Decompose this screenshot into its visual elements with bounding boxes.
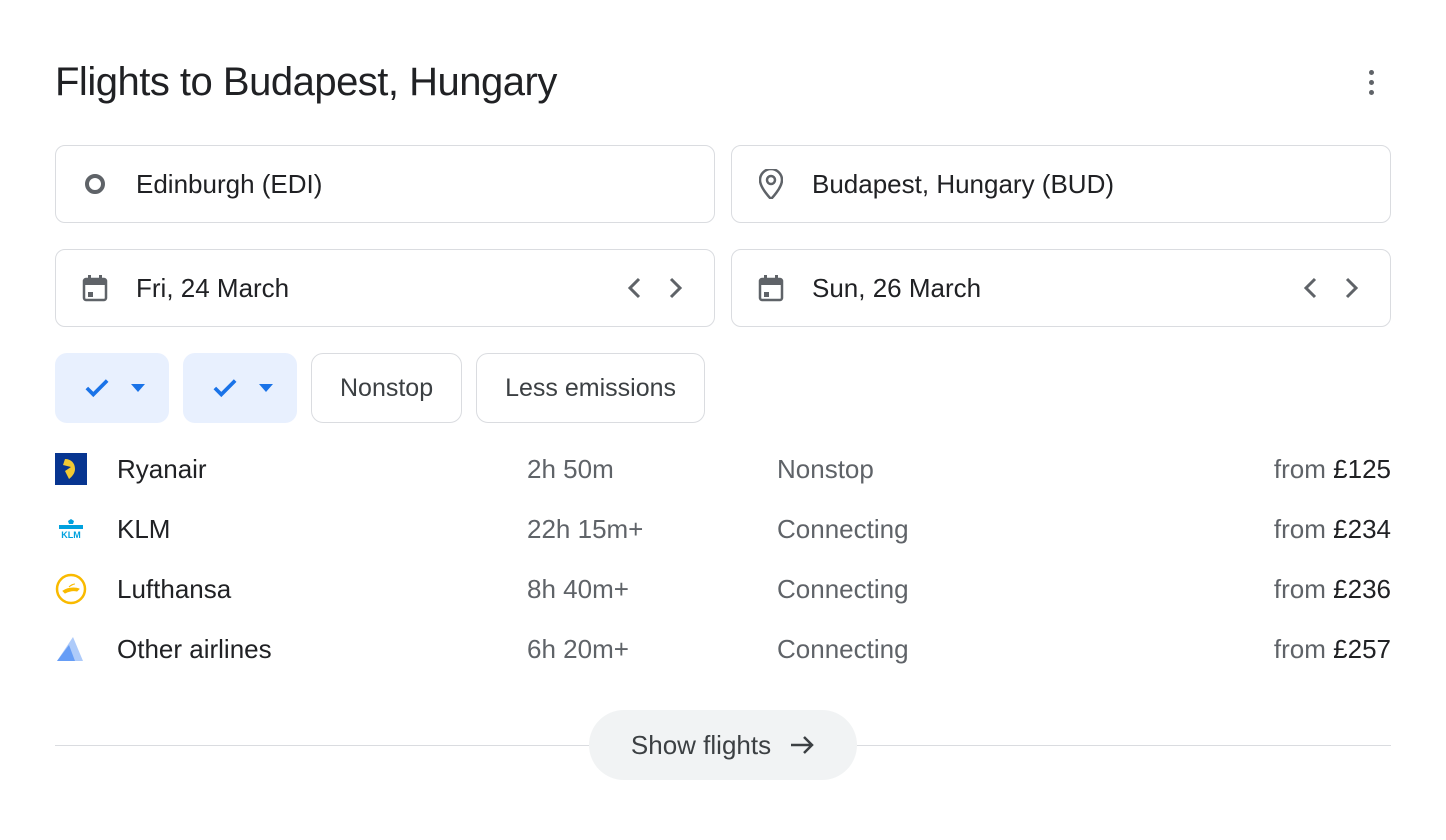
destination-input[interactable]: Budapest, Hungary (BUD) bbox=[731, 145, 1391, 223]
airline-logo-lufthansa bbox=[55, 573, 87, 605]
divider bbox=[857, 745, 1391, 746]
flight-duration: 6h 20m+ bbox=[527, 634, 777, 665]
origin-icon bbox=[82, 171, 108, 197]
destination-value: Budapest, Hungary (BUD) bbox=[812, 169, 1364, 200]
filter-label: Less emissions bbox=[505, 374, 676, 403]
flight-price: from £234 bbox=[1274, 514, 1391, 545]
airline-name: Ryanair bbox=[117, 454, 527, 485]
origin-input[interactable]: Edinburgh (EDI) bbox=[55, 145, 715, 223]
airline-logo-klm: KLM bbox=[55, 513, 87, 545]
return-date-input[interactable]: Sun, 26 March bbox=[731, 249, 1391, 327]
flight-stops: Connecting bbox=[777, 574, 1274, 605]
filter-dropdown-1[interactable] bbox=[55, 353, 169, 423]
return-date-value: Sun, 26 March bbox=[812, 273, 981, 304]
airline-name: Lufthansa bbox=[117, 574, 527, 605]
return-date-prev-button[interactable] bbox=[1298, 276, 1322, 300]
show-flights-label: Show flights bbox=[631, 730, 771, 761]
flight-duration: 8h 40m+ bbox=[527, 574, 777, 605]
check-icon bbox=[213, 376, 237, 400]
flight-row[interactable]: Other airlines 6h 20m+ Connecting from £… bbox=[55, 633, 1391, 665]
calendar-icon bbox=[758, 275, 784, 301]
flight-duration: 2h 50m bbox=[527, 454, 777, 485]
flight-row[interactable]: Ryanair 2h 50m Nonstop from £125 bbox=[55, 453, 1391, 485]
check-icon bbox=[85, 376, 109, 400]
origin-value: Edinburgh (EDI) bbox=[136, 169, 688, 200]
svg-text:KLM: KLM bbox=[61, 530, 81, 539]
flight-price: from £236 bbox=[1274, 574, 1391, 605]
divider bbox=[55, 745, 589, 746]
caret-down-icon bbox=[259, 384, 273, 392]
departure-date-input[interactable]: Fri, 24 March bbox=[55, 249, 715, 327]
flight-stops: Nonstop bbox=[777, 454, 1274, 485]
page-title: Flights to Budapest, Hungary bbox=[55, 60, 557, 105]
flight-stops: Connecting bbox=[777, 634, 1274, 665]
airline-name: KLM bbox=[117, 514, 527, 545]
calendar-icon bbox=[82, 275, 108, 301]
destination-pin-icon bbox=[758, 171, 784, 197]
flight-duration: 22h 15m+ bbox=[527, 514, 777, 545]
filter-label: Nonstop bbox=[340, 374, 433, 403]
airline-name: Other airlines bbox=[117, 634, 527, 665]
flight-price: from £125 bbox=[1274, 454, 1391, 485]
caret-down-icon bbox=[131, 384, 145, 392]
departure-date-next-button[interactable] bbox=[664, 276, 688, 300]
show-flights-button[interactable]: Show flights bbox=[589, 710, 857, 780]
more-options-button[interactable] bbox=[1351, 63, 1391, 103]
flight-row[interactable]: KLM KLM 22h 15m+ Connecting from £234 bbox=[55, 513, 1391, 545]
filter-less-emissions[interactable]: Less emissions bbox=[476, 353, 705, 423]
arrow-right-icon bbox=[789, 735, 815, 755]
chevron-right-icon bbox=[669, 277, 683, 299]
chevron-left-icon bbox=[627, 277, 641, 299]
chevron-right-icon bbox=[1345, 277, 1359, 299]
airline-logo-other bbox=[55, 633, 87, 665]
flight-stops: Connecting bbox=[777, 514, 1274, 545]
more-vert-icon bbox=[1369, 70, 1374, 75]
departure-date-value: Fri, 24 March bbox=[136, 273, 289, 304]
departure-date-prev-button[interactable] bbox=[622, 276, 646, 300]
chevron-left-icon bbox=[1303, 277, 1317, 299]
return-date-next-button[interactable] bbox=[1340, 276, 1364, 300]
filter-nonstop[interactable]: Nonstop bbox=[311, 353, 462, 423]
airline-logo-ryanair bbox=[55, 453, 87, 485]
flight-price: from £257 bbox=[1274, 634, 1391, 665]
flight-row[interactable]: Lufthansa 8h 40m+ Connecting from £236 bbox=[55, 573, 1391, 605]
filter-dropdown-2[interactable] bbox=[183, 353, 297, 423]
flights-list: Ryanair 2h 50m Nonstop from £125 KLM KLM… bbox=[55, 453, 1391, 665]
